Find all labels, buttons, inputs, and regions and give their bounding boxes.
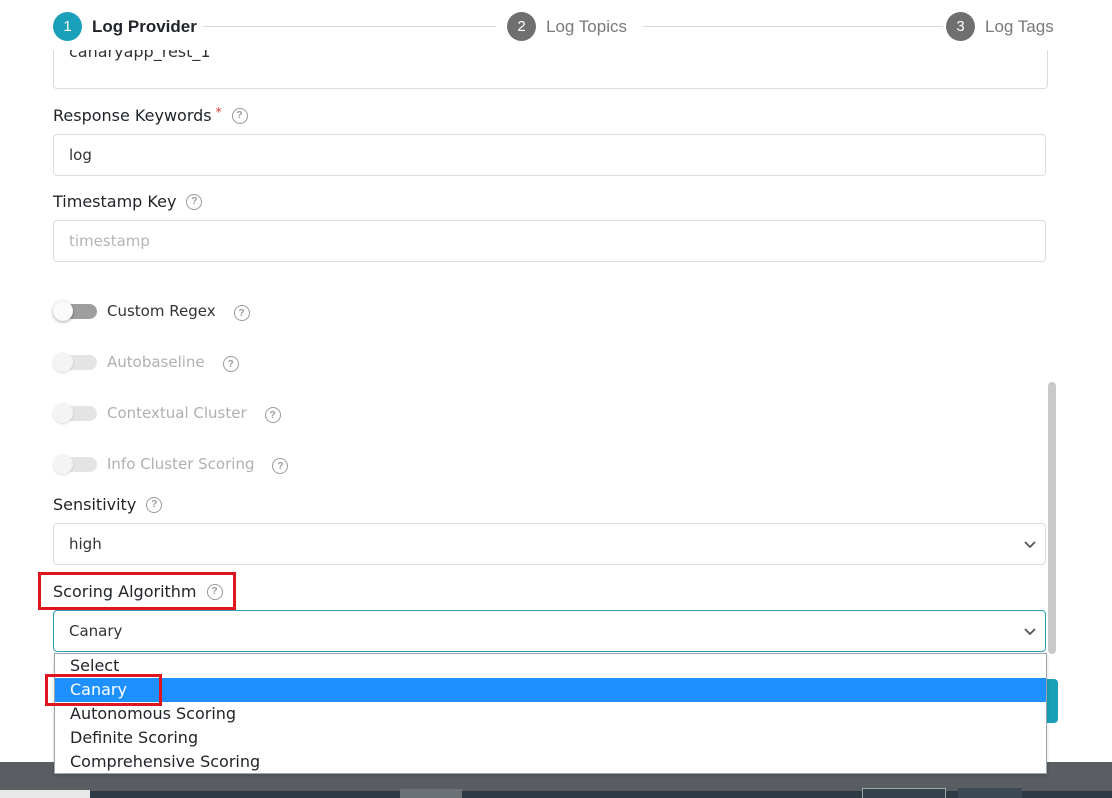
sensitivity-label: Sensitivity ? [53, 495, 163, 514]
autobaseline-label: Autobaseline [107, 353, 205, 371]
step-log-provider[interactable]: 1 Log Provider [53, 12, 197, 41]
timestamp-key-label: Timestamp Key ? [53, 192, 203, 211]
autobaseline-toggle-row: Autobaseline ? [53, 352, 239, 372]
dropdown-option[interactable]: Comprehensive Scoring [55, 750, 1046, 774]
dropdown-option[interactable]: Autonomous Scoring [55, 702, 1046, 726]
step-label: Log Tags [985, 16, 1054, 36]
step-log-topics[interactable]: 2 Log Topics [507, 12, 627, 41]
contextual-cluster-label: Contextual Cluster [107, 404, 247, 422]
response-keywords-label: Response Keywords * ? [53, 104, 248, 125]
scoring-algorithm-select[interactable]: Canary [53, 610, 1046, 652]
sensitivity-select[interactable]: high [53, 523, 1046, 565]
chevron-down-icon [1024, 628, 1036, 636]
stepper: 1 Log Provider 2 Log Topics 3 Log Tags [53, 12, 1058, 42]
step-label: Log Provider [92, 16, 197, 36]
sensitivity-label-text: Sensitivity [53, 495, 137, 514]
dropdown-option[interactable]: Select [55, 654, 1046, 678]
help-icon[interactable]: ? [146, 496, 163, 513]
step-label: Log Topics [546, 16, 627, 36]
help-icon[interactable]: ? [222, 356, 239, 372]
help-icon[interactable]: ? [186, 193, 203, 210]
step-number: 2 [507, 12, 536, 41]
help-icon[interactable]: ? [272, 458, 289, 474]
autobaseline-toggle [53, 352, 99, 372]
custom-regex-toggle[interactable] [53, 301, 99, 321]
custom-regex-toggle-row: Custom Regex ? [53, 301, 250, 321]
timestamp-key-placeholder: timestamp [69, 232, 150, 250]
step-connector [203, 26, 496, 27]
footer-chip [862, 788, 946, 798]
footer-left-strip [0, 790, 90, 798]
dropdown-option[interactable]: Definite Scoring [55, 726, 1046, 750]
required-marker: * [215, 104, 222, 119]
annotation-highlight-option [45, 674, 162, 706]
info-cluster-scoring-toggle-row: Info Cluster Scoring ? [53, 454, 289, 474]
sensitivity-value: high [69, 535, 102, 553]
step-log-tags[interactable]: 3 Log Tags [946, 12, 1054, 41]
info-cluster-scoring-toggle [53, 454, 99, 474]
dropdown-option-selected[interactable]: Canary [55, 678, 1046, 702]
scrolled-input-value: canaryapp_rest_1 [69, 50, 211, 61]
timestamp-key-input[interactable]: timestamp [53, 220, 1046, 262]
chevron-down-icon [1024, 541, 1036, 549]
step-number: 3 [946, 12, 975, 41]
response-keywords-value: log [69, 146, 92, 164]
help-icon[interactable]: ? [231, 107, 248, 124]
scoring-algorithm-dropdown: Select Canary Autonomous Scoring Definit… [54, 653, 1047, 774]
footer-chip [958, 788, 1022, 798]
footer-chip [400, 789, 462, 798]
timestamp-key-label-text: Timestamp Key [53, 192, 177, 211]
info-cluster-scoring-label: Info Cluster Scoring [107, 455, 255, 473]
step-connector [643, 26, 943, 27]
help-icon[interactable]: ? [264, 407, 281, 423]
annotation-highlight-label [38, 572, 236, 610]
contextual-cluster-toggle [53, 403, 99, 423]
response-keywords-label-text: Response Keywords [53, 106, 212, 125]
scrolled-input-field[interactable]: canaryapp_rest_1 [53, 50, 1048, 89]
custom-regex-label: Custom Regex [107, 302, 216, 320]
contextual-cluster-toggle-row: Contextual Cluster ? [53, 403, 281, 423]
help-icon[interactable]: ? [233, 305, 250, 321]
scrollbar-thumb[interactable] [1048, 382, 1056, 654]
scoring-algorithm-value: Canary [69, 622, 123, 640]
response-keywords-input[interactable]: log [53, 134, 1046, 176]
step-number: 1 [53, 12, 82, 41]
